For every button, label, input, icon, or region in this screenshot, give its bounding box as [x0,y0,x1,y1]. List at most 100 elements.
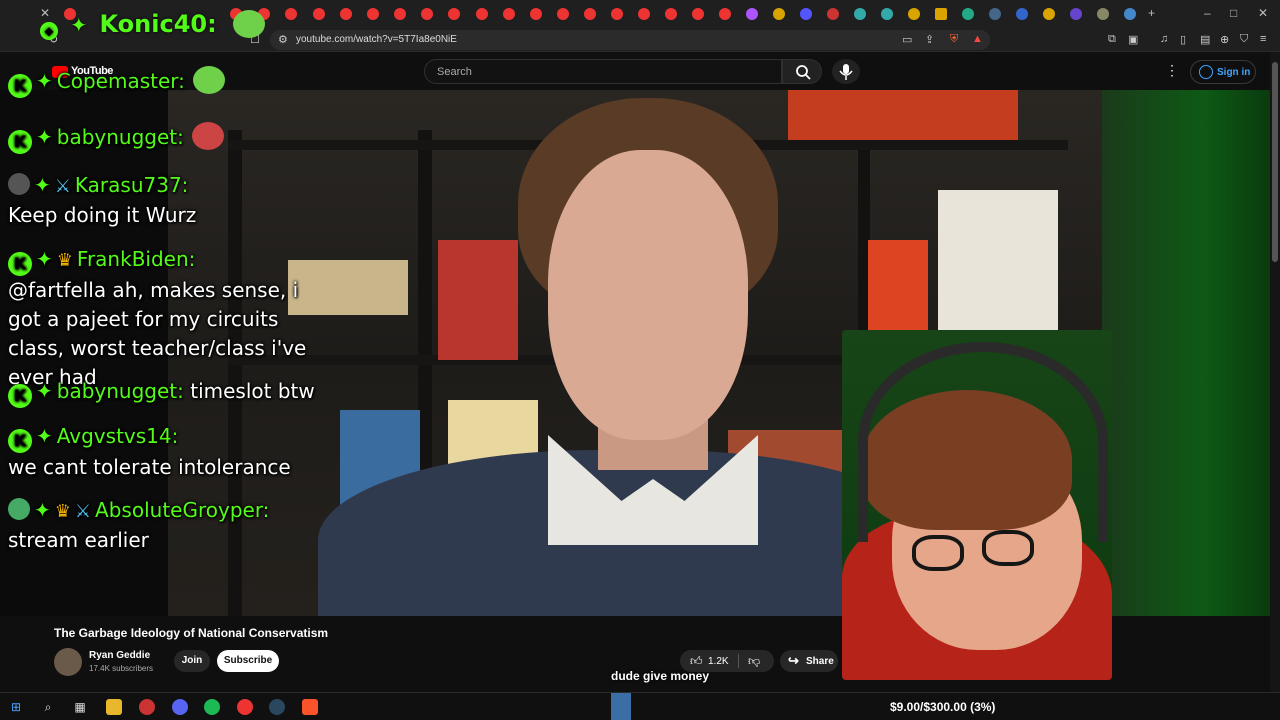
join-button[interactable]: Join [174,650,210,672]
extension-icon[interactable]: ▣ [1128,33,1138,46]
tab-favicon-icon[interactable] [989,8,1001,20]
new-tab-icon[interactable]: + [1148,6,1155,20]
like-count[interactable]: 1.2K [708,656,729,667]
tab-favicon-icon[interactable] [665,8,677,20]
chat-text: @fartfella ah, makes sense, i got a paje… [8,278,307,389]
close-window-icon[interactable]: ✕ [1258,6,1268,20]
tab-favicon-icon[interactable] [313,8,325,20]
sign-in-button[interactable]: Sign in [1190,60,1256,84]
tab-favicon-icon[interactable] [367,8,379,20]
brave-icon[interactable] [302,699,318,715]
chat-message: K ✦ babynugget: [8,122,224,154]
channel-avatar[interactable] [54,648,82,676]
chat-message: K ✦ babynugget: timeslot btw [8,377,315,408]
tab-favicon-icon[interactable] [827,8,839,20]
page-scrollbar[interactable] [1270,52,1280,692]
voice-search-button[interactable] [832,59,860,84]
menu-icon[interactable]: ≡ [1260,33,1266,45]
tab-favicon-icon[interactable] [719,8,731,20]
user-avatar-icon [8,498,30,520]
cast-icon[interactable]: ▭ [902,33,912,46]
crown-badge-icon: ♛ [54,501,71,522]
chat-overlay: K ✦ Copemaster: K ✦ babynugget: ✦ ⚔ Karasu737:… [0,60,340,560]
brave-shield-icon[interactable]: ⛨ [950,33,958,46]
wallet-icon[interactable]: ▤ [1200,33,1210,46]
vpn-icon[interactable]: ⛉ [1240,33,1248,46]
verified-badge-icon: ✦ [36,379,53,403]
share-page-icon[interactable]: ⇪ [925,33,934,46]
start-icon[interactable]: ⊞ [8,699,24,715]
like-icon[interactable]: 👍︎ [690,654,703,669]
chat-message: ✦ ⚔ Karasu737: Keep doing it Wurz [8,171,328,230]
spotify-icon[interactable] [204,699,220,715]
search-icon[interactable]: ⌕ [40,699,56,715]
verified-badge-icon: ✦ [36,69,53,93]
sidebar-icon[interactable]: ▯ [1180,33,1186,46]
file-explorer-icon[interactable] [106,699,122,715]
tab-favicon-icon[interactable] [1097,8,1109,20]
tab-favicon-icon[interactable] [1043,8,1055,20]
media-icon[interactable]: ♫ [1160,33,1168,45]
downloads-icon[interactable]: ⊕ [1220,33,1229,46]
url-field[interactable]: ⚙ youtube.com/watch?v=5T7Ia8e0NiE [270,30,990,50]
more-options-icon[interactable]: ⋮ [1165,62,1179,79]
tab-favicon-icon[interactable] [1016,8,1028,20]
greenscreen-background [1102,90,1270,616]
search-input[interactable]: Search [424,59,782,84]
task-view-icon[interactable]: ▦ [72,699,88,715]
video-info: The Garbage Ideology of National Conserv… [0,616,842,688]
tab-favicon-icon[interactable] [773,8,785,20]
search-button[interactable] [782,59,822,84]
tab-favicon-icon[interactable] [584,8,596,20]
share-button[interactable]: ↪ Share [780,650,838,672]
tab-favicon-icon[interactable] [557,8,569,20]
dislike-icon[interactable]: 👎︎ [748,654,760,669]
kick-badge-icon: K [8,429,32,453]
chat-username: Karasu737: [74,173,189,197]
verified-badge-icon: ✦ [70,13,88,37]
tab-favicon-icon[interactable] [394,8,406,20]
tab-favicon-icon[interactable] [421,8,433,20]
tab-favicon-icon[interactable] [962,8,974,20]
chat-message: K ✦ Copemaster: [8,66,225,98]
tab-favicon-icon[interactable] [881,8,893,20]
site-info-icon[interactable]: ⚙ [278,33,288,46]
tab-favicon-icon[interactable] [638,8,650,20]
subscribe-button[interactable]: Subscribe [217,650,279,672]
tab-favicon-icon[interactable] [746,8,758,20]
scroll-thumb[interactable] [1272,62,1278,262]
url-text: youtube.com/watch?v=5T7Ia8e0NiE [296,34,457,45]
channel-name[interactable]: Ryan Geddie [89,650,150,661]
tab-favicon-icon[interactable] [1124,8,1136,20]
tab-favicon-icon[interactable] [448,8,460,20]
emote-icon [192,66,225,94]
obs-icon[interactable] [139,699,155,715]
tab-favicon-icon[interactable] [476,8,488,20]
chat-username: babynugget: [56,125,184,149]
tab-favicon-icon[interactable] [1070,8,1082,20]
tab-favicon-icon[interactable] [935,8,947,20]
tab-favicon-icon[interactable] [530,8,542,20]
emote-icon [233,10,266,38]
tab-favicon-icon[interactable] [854,8,866,20]
tab-favicon-icon[interactable] [692,8,704,20]
chat-message-top: ◆ ✦ Konic40: [40,10,266,40]
discord-icon[interactable] [172,699,188,715]
tab-favicon-icon[interactable] [285,8,297,20]
maximize-icon[interactable]: □ [1230,6,1237,20]
tab-favicon-icon[interactable] [611,8,623,20]
screen: ✕ + – □ ✕ ↻ ☐ ⚙ youtube.com/watch?v=5T7I… [0,0,1280,720]
tab-favicon-icon[interactable] [800,8,812,20]
chrome-icon[interactable] [237,699,253,715]
divider [738,654,739,668]
steam-icon[interactable] [269,699,285,715]
minimize-icon[interactable]: – [1204,6,1211,20]
brave-rewards-icon[interactable]: ▲ [972,33,983,45]
chat-message: K ✦ ♛ FrankBiden: @fartfella ah, makes sense… [8,245,333,392]
extension-icon[interactable]: ⧉ [1108,33,1116,46]
book [438,240,518,360]
tab-favicon-icon[interactable] [908,8,920,20]
verified-badge-icon: ✦ [36,247,53,271]
tab-favicon-icon[interactable] [503,8,515,20]
tab-favicon-icon[interactable] [340,8,352,20]
